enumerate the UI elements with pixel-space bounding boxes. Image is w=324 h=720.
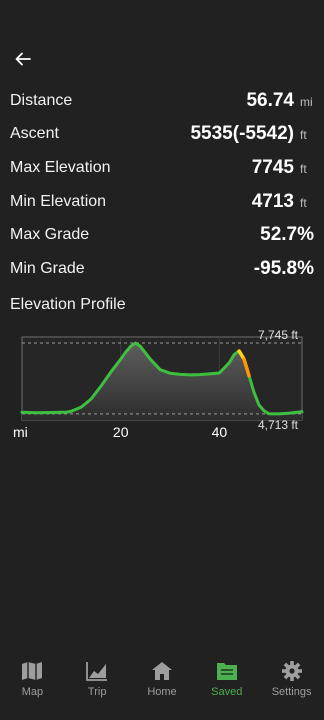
folder-icon: [216, 663, 237, 680]
stat-row-min-grade: Min Grade -95.8%: [10, 252, 314, 286]
gear-icon: [281, 661, 302, 681]
map-icon: [22, 662, 43, 680]
chart-icon: [86, 662, 108, 681]
home-icon: [151, 662, 172, 680]
stat-label: Distance: [10, 91, 73, 109]
stat-label: Ascent: [10, 125, 59, 143]
nav-label: Map: [21, 686, 44, 698]
stat-value: 4713: [251, 190, 294, 212]
stat-label: Max Elevation: [10, 158, 111, 176]
stat-row-min-elevation: Min Elevation 4713 ft: [10, 185, 314, 219]
stat-row-ascent: Ascent 5535(-5542) ft: [10, 118, 314, 152]
stat-label: Min Grade: [10, 259, 85, 277]
x-axis-label: mi: [13, 424, 28, 440]
stats-list: Distance 56.74 mi Ascent 5535(-5542) ft Ma…: [10, 84, 314, 286]
stat-value: 7745: [251, 156, 294, 178]
elevation-profile-title: Elevation Profile: [10, 296, 126, 313]
stat-value: 56.74: [246, 89, 294, 111]
stat-label: Min Elevation: [10, 192, 107, 210]
nav-item-saved[interactable]: Saved: [195, 652, 259, 698]
nav-item-home[interactable]: Home: [130, 652, 194, 698]
stat-unit: ft: [300, 128, 307, 143]
stat-unit: ft: [300, 195, 307, 210]
trip-details-screen: Distance 56.74 mi Ascent 5535(-5542) ft Ma…: [0, 0, 324, 720]
stat-unit: mi: [300, 94, 313, 109]
arrow-left-icon: [15, 52, 31, 66]
stat-value: 5535(-5542): [190, 123, 294, 145]
stat-row-distance: Distance 56.74 mi: [10, 84, 314, 118]
stat-label: Max Grade: [10, 226, 90, 244]
nav-label: Trip: [87, 686, 107, 698]
stat-value: -95.8%: [253, 257, 314, 279]
nav-label: Home: [147, 686, 177, 698]
stat-row-max-elevation: Max Elevation 7745 ft: [10, 151, 314, 185]
nav-item-map[interactable]: Map: [0, 652, 64, 698]
back-button[interactable]: [10, 46, 36, 72]
x-tick-label: 20: [113, 424, 129, 440]
x-tick-label: 40: [212, 424, 228, 440]
max-elevation-label: 7,745 ft: [258, 330, 299, 342]
elevation-profile-chart[interactable]: 7,745 ft 4,713 ft mi 20 40: [0, 330, 324, 445]
min-elevation-label: 4,713 ft: [258, 418, 299, 432]
nav-label: Saved: [211, 686, 243, 698]
nav-item-settings[interactable]: Settings: [260, 652, 324, 698]
stat-value: 52.7%: [260, 224, 314, 246]
stat-row-max-grade: Max Grade 52.7%: [10, 218, 314, 252]
nav-label: Settings: [271, 686, 312, 698]
bottom-navigation: Map Trip Home Saved Settings: [0, 652, 324, 720]
stat-unit: ft: [300, 161, 307, 176]
nav-item-trip[interactable]: Trip: [65, 652, 129, 698]
